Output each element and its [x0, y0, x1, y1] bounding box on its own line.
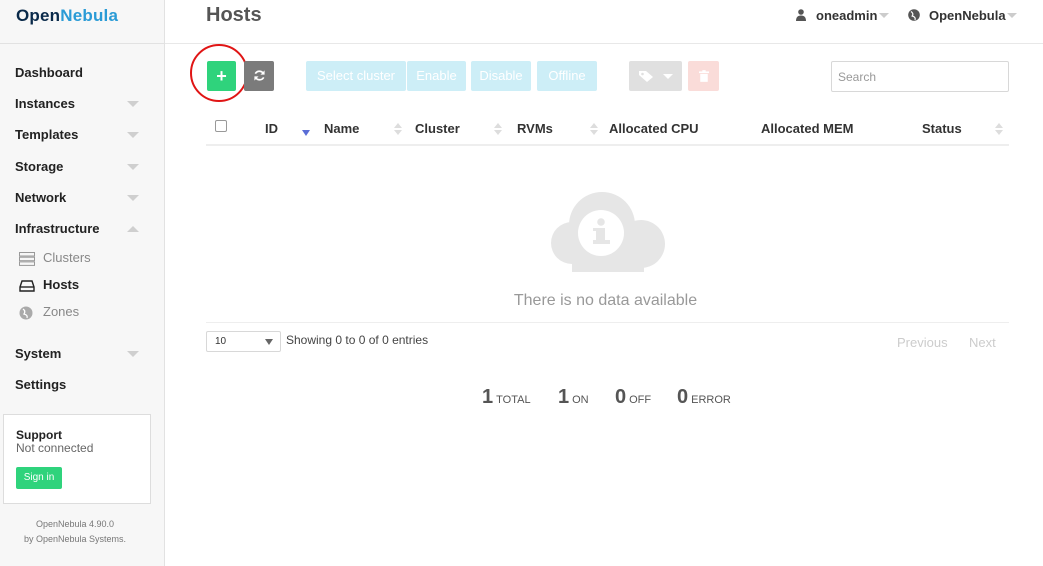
sidebar-item-label: Storage [15, 159, 64, 174]
column-header-id[interactable]: ID [265, 121, 278, 136]
sidebar-item-hosts[interactable]: Hosts [19, 277, 144, 295]
next-page-button[interactable]: Next [969, 335, 996, 350]
byline-text: by OpenNebula Systems. [23, 534, 127, 544]
sidebar-item-label: Templates [15, 127, 79, 142]
server-stack-icon [19, 252, 35, 266]
column-header-allocated-cpu[interactable]: Allocated CPU [609, 121, 699, 136]
sidebar-item-label: Infrastructure [15, 221, 100, 236]
stat-label: ON [572, 394, 589, 406]
sidebar-item-network[interactable]: Network [15, 190, 145, 210]
user-icon [796, 9, 806, 21]
stat-off: 0 OFF [615, 386, 651, 409]
trash-icon [698, 70, 709, 82]
sidebar-item-infrastructure[interactable]: Infrastructure [15, 221, 145, 241]
page-length-value: 10 [215, 336, 227, 347]
stat-total: 1 TOTAL [482, 386, 531, 409]
logo[interactable]: OpenNebula [16, 6, 118, 26]
header-divider [165, 43, 1043, 44]
logo-part-nebula: Nebula [60, 6, 119, 25]
stat-value: 0 [615, 386, 627, 408]
offline-button[interactable]: Offline [537, 61, 597, 91]
cloud-info-icon [551, 192, 665, 272]
stat-value: 1 [482, 386, 494, 408]
sidebar-item-label: Instances [15, 96, 75, 111]
stat-on: 1 ON [558, 386, 589, 409]
logo-part-open: Open [16, 6, 61, 25]
refresh-icon [253, 70, 265, 81]
labels-button[interactable] [629, 61, 682, 91]
sort-desc-icon [302, 130, 310, 136]
chevron-down-icon [265, 339, 273, 345]
column-header-cluster[interactable]: Cluster [415, 121, 460, 136]
sidebar-item-instances[interactable]: Instances [15, 96, 145, 116]
sidebar-item-label: Network [15, 190, 67, 205]
support-status: Not connected [16, 441, 94, 455]
stat-error: 0 ERROR [677, 386, 731, 409]
select-all-checkbox[interactable] [215, 120, 227, 132]
refresh-button[interactable] [244, 61, 274, 91]
sidebar-item-settings[interactable]: Settings [15, 377, 145, 397]
user-name: oneadmin [816, 8, 878, 23]
sidebar-item-label: System [15, 346, 62, 361]
support-title: Support [16, 428, 62, 442]
chevron-down-icon [127, 351, 139, 357]
tags-icon [638, 71, 673, 82]
sidebar-item-templates[interactable]: Templates [15, 127, 145, 147]
disable-button[interactable]: Disable [471, 61, 531, 91]
sidebar-item-dashboard[interactable]: Dashboard [15, 65, 145, 85]
sidebar-item-clusters[interactable]: Clusters [19, 250, 144, 268]
stat-label: OFF [629, 394, 652, 406]
stat-value: 0 [677, 386, 689, 408]
sidebar-item-label: Settings [15, 377, 67, 392]
create-host-button[interactable]: + [207, 61, 236, 91]
chevron-down-icon [127, 164, 139, 170]
page-title: Hosts [206, 4, 262, 26]
delete-button[interactable] [688, 61, 719, 91]
sidebar-item-label: Clusters [43, 250, 91, 265]
chevron-down-icon [127, 195, 139, 201]
search-input[interactable] [831, 61, 1009, 92]
chevron-up-icon [127, 226, 139, 232]
page-length-select[interactable]: 10 [206, 331, 281, 352]
previous-page-button[interactable]: Previous [897, 335, 948, 350]
select-cluster-button[interactable]: Select cluster [306, 61, 406, 91]
sort-icon [494, 123, 502, 135]
zone-name: OpenNebula [929, 8, 1006, 23]
sidebar-item-storage[interactable]: Storage [15, 159, 145, 179]
stat-value: 1 [558, 386, 570, 408]
sidebar-item-label: Dashboard [15, 65, 83, 80]
sidebar-item-label: Hosts [43, 277, 80, 292]
entries-info: Showing 0 to 0 of 0 entries [286, 333, 429, 347]
stat-label: TOTAL [496, 394, 531, 406]
globe-icon [908, 9, 920, 21]
sidebar: OpenNebula Dashboard Instances Templates… [0, 0, 165, 566]
support-panel: Support Not connected Sign in [3, 414, 151, 504]
table-header: ID Name Cluster RVMs Allocated CPU Alloc… [206, 113, 1009, 146]
sign-in-button[interactable]: Sign in [16, 467, 62, 489]
sort-icon [995, 123, 1003, 135]
sort-icon [394, 123, 402, 135]
hdd-icon [19, 280, 35, 292]
enable-button[interactable]: Enable [407, 61, 466, 91]
globe-icon [19, 306, 33, 320]
column-header-allocated-mem[interactable]: Allocated MEM [761, 121, 853, 136]
chevron-down-icon [879, 13, 889, 18]
column-header-status[interactable]: Status [922, 121, 962, 136]
stat-label: ERROR [691, 394, 731, 406]
empty-table-message: There is no data available [513, 292, 698, 309]
column-header-rvms[interactable]: RVMs [517, 121, 553, 136]
sidebar-divider [0, 43, 165, 44]
sidebar-item-zones[interactable]: Zones [19, 304, 144, 322]
table-bottom-border [206, 322, 1009, 323]
chevron-down-icon [1007, 13, 1017, 18]
version-text: OpenNebula 4.90.0 [35, 519, 115, 529]
sort-icon [590, 123, 598, 135]
column-header-name[interactable]: Name [324, 121, 359, 136]
sidebar-item-label: Zones [43, 304, 80, 319]
chevron-down-icon [127, 101, 139, 107]
sidebar-item-system[interactable]: System [15, 346, 145, 366]
chevron-down-icon [127, 132, 139, 138]
